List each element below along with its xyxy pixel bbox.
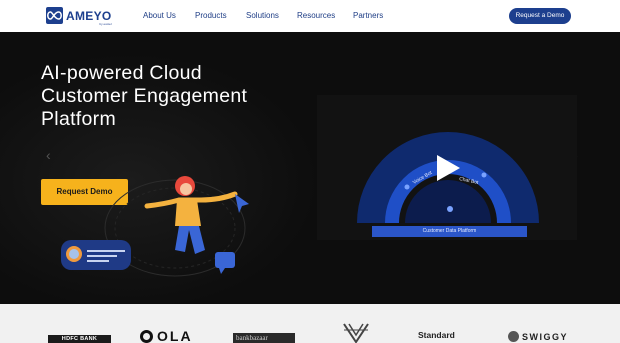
ameyo-logo[interactable]: AMEYO by exotel (46, 7, 112, 26)
nav-partners[interactable]: Partners (353, 11, 383, 21)
nav-products[interactable]: Products (195, 11, 227, 21)
swiggy-logo: SWIGGY (508, 330, 573, 343)
infinity-icon (46, 7, 63, 24)
swiggy-wordmark: SWIGGY (522, 331, 569, 342)
people-icon (447, 206, 453, 212)
nav-about-us[interactable]: About Us (143, 11, 176, 21)
standard-wordmark: Standard (418, 330, 455, 340)
cursor-icon (235, 194, 249, 213)
video-player[interactable] (317, 95, 577, 240)
customer-data-platform-label: Customer Data Platform (372, 226, 527, 237)
site-header: AMEYO by exotel About Us Products Soluti… (0, 0, 620, 32)
ola-logo: OLA (140, 329, 204, 343)
headline-line-3: Platform (41, 108, 117, 130)
headline-line-2: Customer Engagement (41, 85, 248, 107)
v-mark-logo (343, 323, 369, 343)
headline-line-1: AI-powered Cloud (41, 62, 202, 84)
swiggy-pin-icon (508, 331, 519, 342)
standard-chartered-logo: Standard (418, 329, 484, 343)
request-a-demo-button[interactable]: Request a Demo (509, 8, 571, 24)
ola-wordmark: OLA (157, 329, 193, 343)
nav-solutions[interactable]: Solutions (246, 11, 279, 21)
hdfc-bank-logo: HDFC BANK (48, 335, 111, 343)
hero-illustration (61, 176, 249, 277)
chevron-left-icon[interactable]: ‹ (46, 148, 51, 162)
hero-headline: AI-powered Cloud Customer Engagement Pla… (41, 62, 271, 131)
nav-resources[interactable]: Resources (297, 11, 335, 21)
play-icon (437, 155, 460, 181)
chat-bubble-icon (215, 252, 235, 268)
bankbazaar-logo: bankbazaar (233, 333, 295, 343)
brand-tagline: by exotel (99, 21, 112, 26)
ola-circle-icon (140, 329, 153, 343)
brand-name: AMEYO (66, 8, 112, 23)
